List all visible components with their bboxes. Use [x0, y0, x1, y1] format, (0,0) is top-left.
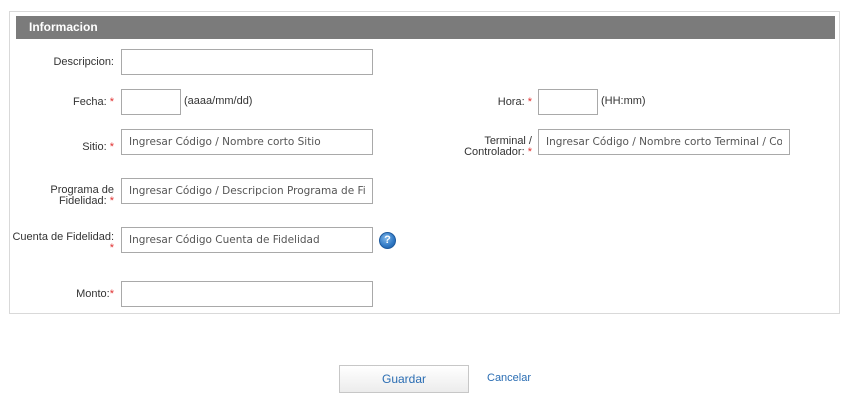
hora-format-hint: (HH:mm) — [601, 95, 646, 107]
terminal-label: Terminal / Controlador: * — [440, 136, 532, 158]
fecha-input[interactable] — [121, 89, 181, 115]
programa-label-line2: Fidelidad: — [58, 195, 107, 207]
required-mark: * — [109, 288, 114, 300]
sitio-label: Sitio: * — [20, 142, 114, 153]
save-button[interactable]: Guardar — [339, 365, 469, 393]
descripcion-label-text: Descripcion: — [53, 56, 114, 68]
monto-input[interactable] — [121, 281, 373, 307]
sitio-input[interactable] — [121, 129, 373, 155]
hora-input[interactable] — [538, 89, 598, 115]
cuenta-input[interactable] — [121, 227, 373, 253]
terminal-label-line2: Controlador: — [464, 146, 525, 158]
panel-header: Informacion — [16, 16, 835, 39]
help-icon[interactable]: ? — [379, 232, 396, 249]
sitio-label-text: Sitio: — [82, 141, 107, 153]
terminal-input[interactable] — [538, 129, 790, 155]
hora-label-text: Hora: — [497, 96, 525, 108]
fecha-label-text: Fecha: — [73, 96, 107, 108]
required-mark: * — [109, 242, 114, 254]
monto-label-text: Monto: — [76, 288, 110, 300]
descripcion-input[interactable] — [121, 49, 373, 75]
hora-label: Hora: * — [470, 97, 532, 108]
programa-input[interactable] — [121, 178, 373, 204]
programa-label: Programa de Fidelidad: * — [20, 185, 114, 207]
fecha-format-hint: (aaaa/mm/dd) — [184, 95, 253, 107]
required-mark: * — [109, 96, 114, 108]
cancel-link[interactable]: Cancelar — [487, 372, 531, 384]
descripcion-label: Descripcion: — [20, 57, 114, 68]
required-mark: * — [109, 195, 114, 207]
fecha-label: Fecha: * — [20, 97, 114, 108]
required-mark: * — [527, 96, 532, 108]
cuenta-label-text: Cuenta de Fidelidad: — [12, 231, 114, 243]
cuenta-label: Cuenta de Fidelidad: * — [10, 232, 114, 254]
required-mark: * — [109, 141, 114, 153]
monto-label: Monto:* — [20, 289, 114, 300]
required-mark: * — [527, 146, 532, 158]
